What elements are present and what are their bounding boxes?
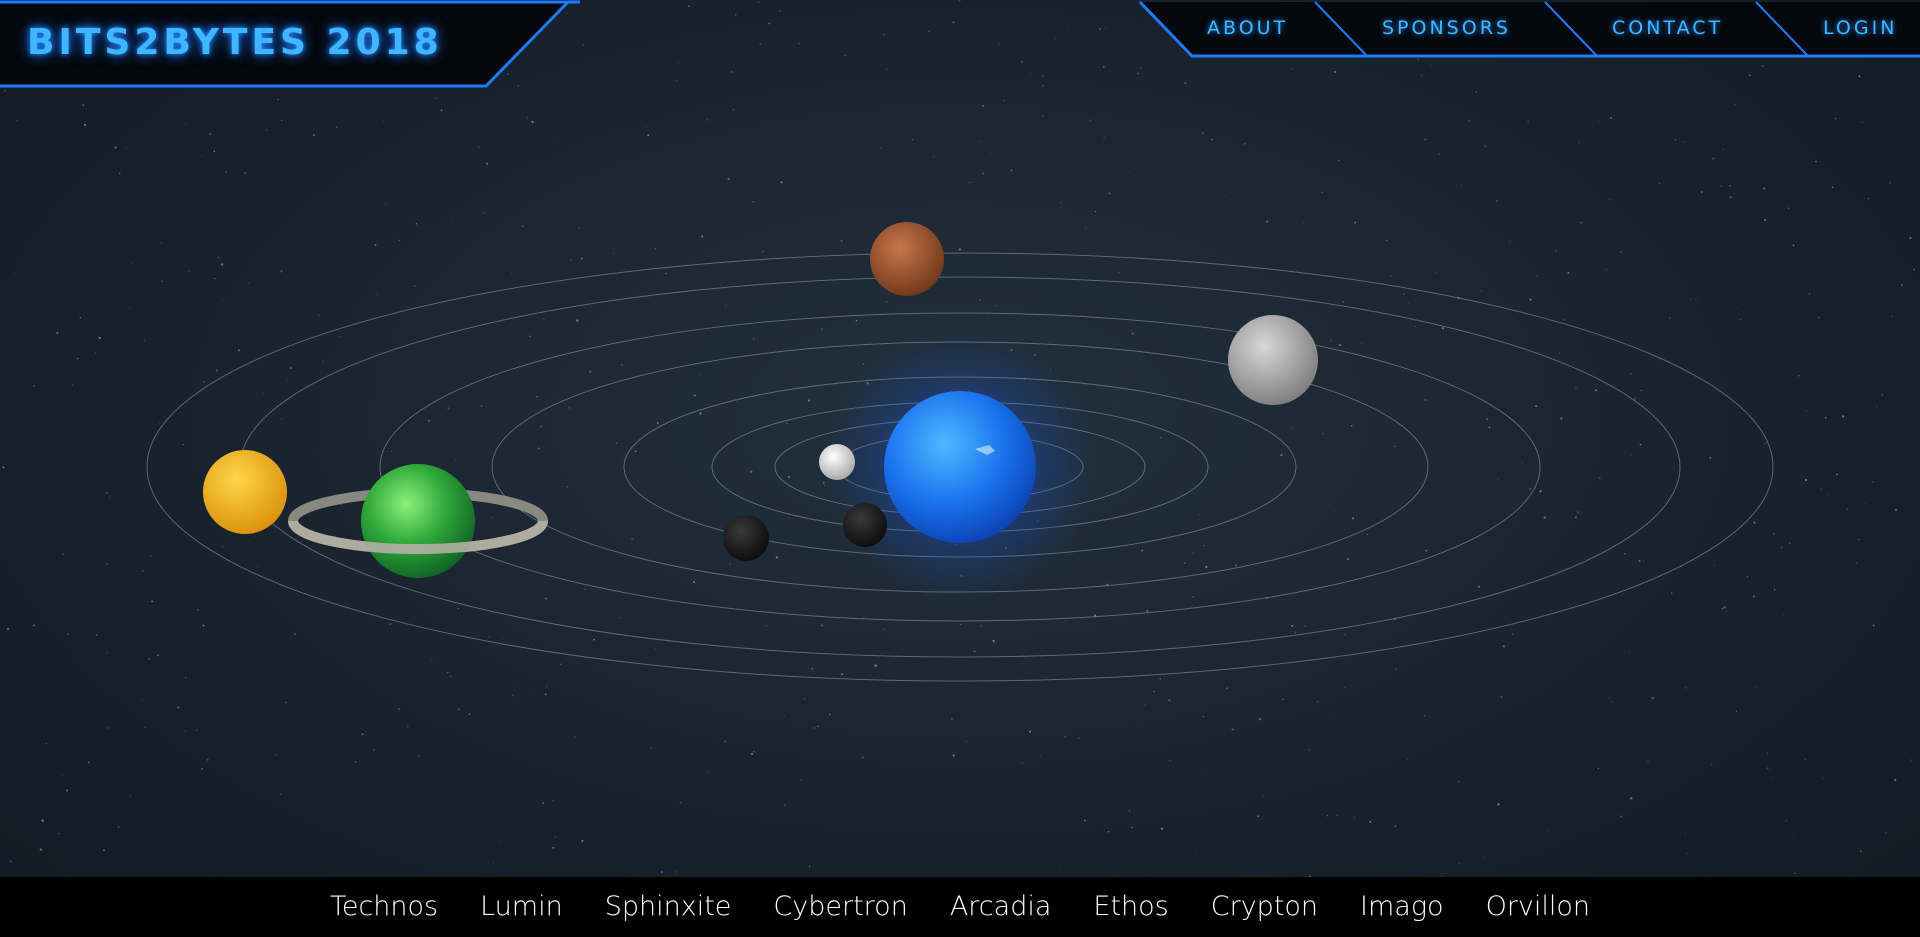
planet-mars-like[interactable] [870,222,944,296]
solar-system-view [146,222,1774,682]
planet-link-orvillon[interactable]: Orvillon [1486,891,1590,922]
planet-menu-bar: Technos Lumin Sphinxite Cybertron Arcadi… [0,877,1920,937]
planet-link-lumin[interactable]: Lumin [480,891,563,922]
planet-yellow[interactable] [203,450,287,534]
planet-dark-medium[interactable] [723,515,769,561]
central-star[interactable] [884,391,1036,543]
planet-green-body [361,464,475,578]
planet-link-technos[interactable]: Technos [330,891,438,922]
planet-link-cybertron[interactable]: Cybertron [773,891,907,922]
planet-link-arcadia[interactable]: Arcadia [950,891,1052,922]
planet-grey[interactable] [1228,315,1318,405]
planet-link-crypton[interactable]: Crypton [1211,891,1318,922]
planet-ringed-green[interactable] [288,464,548,578]
planet-dark-small[interactable] [843,503,887,547]
planet-links: Technos Lumin Sphinxite Cybertron Arcadi… [0,891,1920,922]
planet-link-ethos[interactable]: Ethos [1093,891,1168,922]
planet-link-imago[interactable]: Imago [1360,891,1444,922]
planet-white-moon[interactable] [819,444,855,480]
planet-link-sphinxite[interactable]: Sphinxite [605,891,732,922]
